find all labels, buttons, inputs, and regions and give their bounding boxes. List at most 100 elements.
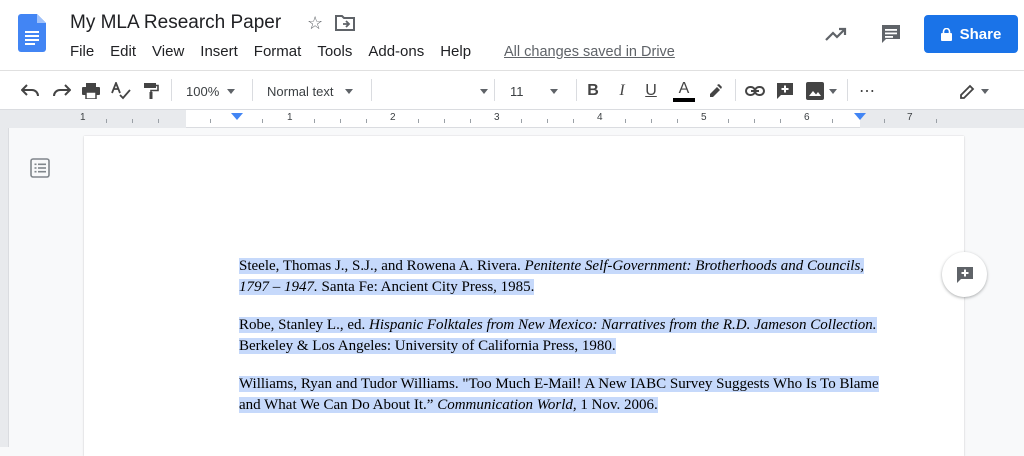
ruler-number: 3: [494, 112, 500, 123]
toolbar-separator: [171, 79, 172, 101]
ruler-tick: [444, 119, 445, 123]
menu-tools[interactable]: Tools: [317, 43, 352, 63]
works-cited-list[interactable]: Steele, Thomas J., S.J., and Rowena A. R…: [239, 256, 879, 433]
paragraph-style-dropdown[interactable]: Normal text: [267, 80, 365, 102]
document-title[interactable]: My MLA Research Paper: [70, 12, 281, 34]
spellcheck-icon: [111, 82, 131, 100]
activity-trend-icon[interactable]: [824, 22, 848, 46]
ruler-tick: [366, 119, 367, 123]
undo-icon: [21, 84, 39, 97]
add-comment-icon: [956, 266, 973, 283]
share-button[interactable]: Share: [924, 15, 1018, 53]
ruler-tick: [132, 119, 133, 123]
ruler-number: 5: [701, 112, 707, 123]
ruler-tick: [547, 119, 548, 123]
ruler-tick: [521, 119, 522, 123]
left-indent-marker[interactable]: [231, 113, 243, 120]
font-size-value: 11: [510, 83, 524, 99]
chevron-down-icon: [549, 88, 558, 94]
ruler-tick: [780, 119, 781, 123]
ruler-number: 6: [804, 112, 810, 123]
ruler-tick: [625, 119, 626, 123]
citation-author: Robe, Stanley L., ed.: [239, 317, 369, 333]
chevron-down-icon: [828, 88, 837, 94]
toolbar-separator: [576, 79, 577, 101]
zoom-dropdown[interactable]: 100%: [186, 80, 244, 102]
move-to-folder-icon[interactable]: [335, 14, 355, 32]
ruler-number: 2: [390, 112, 396, 123]
app-header: My MLA Research Paper ☆ File Edit View I…: [0, 0, 1024, 70]
text-color-button[interactable]: A: [672, 80, 696, 102]
menu-insert[interactable]: Insert: [200, 43, 238, 63]
toolbar-separator: [494, 79, 495, 101]
editing-mode-pencil-icon: [960, 84, 975, 99]
chevron-down-icon: [227, 88, 236, 94]
paint-format-button[interactable]: [140, 80, 162, 102]
bold-button[interactable]: B: [584, 80, 602, 102]
font-size-dropdown[interactable]: 11: [510, 80, 570, 102]
menu-edit[interactable]: Edit: [110, 43, 136, 63]
text-color-letter: A: [678, 79, 690, 97]
share-label: Share: [959, 25, 1002, 43]
vertical-ruler: [0, 128, 9, 447]
ruler-tick: [262, 119, 263, 123]
menu-view[interactable]: View: [152, 43, 184, 63]
highlight-color-button[interactable]: [704, 80, 726, 102]
citation-entry[interactable]: Robe, Stanley L., ed. Hispanic Folktales…: [239, 315, 879, 357]
add-comment-floating-button[interactable]: [942, 252, 987, 297]
star-icon[interactable]: ☆: [307, 13, 323, 34]
docs-logo-icon[interactable]: [18, 14, 46, 52]
citation-entry[interactable]: Williams, Ryan and Tudor Williams. "Too …: [239, 374, 879, 416]
ruler-tick: [314, 119, 315, 123]
menu-add-ons[interactable]: Add-ons: [368, 43, 424, 63]
selected-text: Williams, Ryan and Tudor Williams. "Too …: [239, 376, 879, 413]
selected-text: Steele, Thomas J., S.J., and Rowena A. R…: [239, 258, 865, 295]
ruler-number: 1: [287, 112, 293, 123]
insert-comment-button[interactable]: [773, 80, 797, 102]
ruler-tick: [573, 119, 574, 123]
ruler-tick: [728, 119, 729, 123]
selected-text: Robe, Stanley L., ed. Hispanic Folktales…: [239, 317, 877, 354]
ruler-tick: [677, 119, 678, 123]
font-family-dropdown[interactable]: [380, 80, 488, 102]
editing-mode-dropdown[interactable]: [955, 80, 993, 102]
ruler-tick: [884, 119, 885, 123]
print-icon: [82, 83, 100, 99]
paragraph-style-value: Normal text: [267, 83, 334, 99]
toolbar-separator: [735, 79, 736, 101]
print-button[interactable]: [80, 80, 102, 102]
save-status-link[interactable]: All changes saved in Drive: [504, 44, 675, 60]
highlighter-icon: [710, 84, 722, 97]
ruler-tick: [158, 119, 159, 123]
ruler-tick: [470, 119, 471, 123]
toolbar-separator: [371, 79, 372, 101]
citation-publisher: Santa Fe: Ancient City Press, 1985.: [317, 279, 535, 295]
chevron-down-icon: [480, 88, 488, 94]
citation-entry[interactable]: Steele, Thomas J., S.J., and Rowena A. R…: [239, 256, 879, 298]
spellcheck-button[interactable]: [110, 80, 132, 102]
toolbar-separator: [847, 79, 848, 101]
menu-file[interactable]: File: [70, 43, 94, 63]
outline-icon[interactable]: [30, 158, 50, 178]
add-comment-icon: [777, 83, 793, 99]
right-indent-marker[interactable]: [854, 113, 866, 120]
undo-button[interactable]: [20, 80, 42, 102]
ruler-tick: [754, 119, 755, 123]
insert-image-button[interactable]: [802, 80, 840, 102]
menu-help[interactable]: Help: [440, 43, 471, 63]
italic-button[interactable]: I: [613, 80, 631, 102]
underline-button[interactable]: U: [642, 80, 660, 102]
more-options-button[interactable]: ⋯: [856, 80, 878, 102]
formatting-toolbar: 100% Normal text 11 B I U A ⋯: [0, 70, 1024, 110]
ruler-number: 1: [80, 112, 86, 123]
toolbar-separator: [252, 79, 253, 101]
chevron-down-icon: [345, 88, 354, 94]
insert-link-button[interactable]: [743, 80, 767, 102]
comments-icon[interactable]: [879, 22, 903, 46]
citation-title: Hispanic Folktales from New Mexico: Narr…: [368, 317, 877, 333]
redo-icon: [53, 84, 71, 97]
redo-button[interactable]: [50, 80, 72, 102]
ruler-number: 7: [907, 112, 913, 123]
menu-format[interactable]: Format: [254, 43, 302, 63]
ruler-tick: [418, 119, 419, 123]
